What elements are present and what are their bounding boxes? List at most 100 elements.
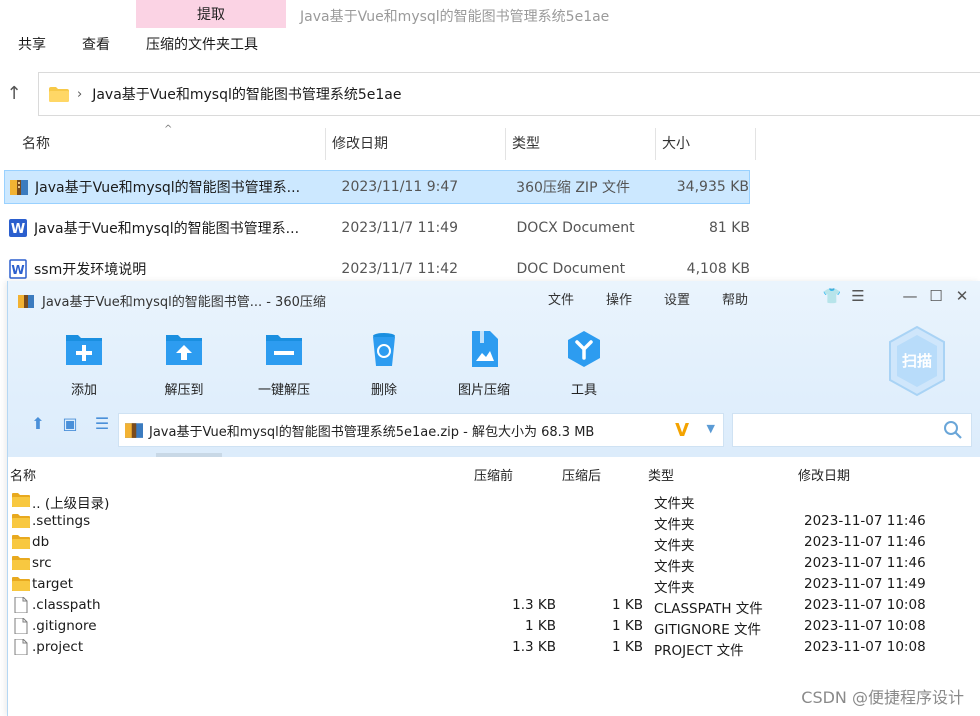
image-compress-icon: [472, 331, 498, 367]
zip-list-row[interactable]: .settings 文件夹 2023-11-07 11:46: [8, 511, 980, 533]
zip-item-name: target: [32, 576, 74, 592]
file-date: 2023/11/11 9:47: [341, 179, 459, 195]
ribbon-tab-share[interactable]: 共享: [0, 32, 64, 58]
delete-label: 删除: [370, 383, 397, 398]
folder-icon: [49, 86, 69, 102]
zip-item-after-size: 1 KB: [612, 597, 643, 613]
image-compress-label: 图片压缩: [457, 383, 510, 398]
column-header-date[interactable]: 修改日期: [326, 128, 506, 160]
address-bar[interactable]: › Java基于Vue和mysql的智能图书管理系统5e1ae: [38, 72, 980, 116]
zip-window-title: Java基于Vue和mysql的智能图书管... - 360压缩: [18, 291, 326, 310]
column-header-name[interactable]: 名称: [10, 465, 36, 484]
svg-text:W: W: [11, 222, 25, 237]
zip-item-after-size: 1 KB: [612, 639, 643, 655]
file-icon: [12, 638, 30, 656]
tools-label: 工具: [570, 383, 597, 398]
folder-icon: [12, 534, 30, 550]
ribbon-tab-compressed-tools[interactable]: 压缩的文件夹工具: [128, 32, 276, 58]
zip-item-name: .classpath: [32, 597, 101, 613]
up-arrow-icon[interactable]: ↑: [3, 82, 25, 106]
zip-item-type: PROJECT 文件: [654, 643, 744, 659]
thumbnail-view-icon[interactable]: ▣: [54, 414, 86, 433]
zip-item-type: 文件夹: [654, 496, 695, 512]
column-header-size[interactable]: 大小: [656, 128, 756, 160]
file-name: ssm开发环境说明: [34, 262, 147, 278]
feedback-icon[interactable]: ☰: [845, 287, 871, 305]
zip-item-date: 2023-11-07 10:08: [804, 618, 926, 634]
menu-settings[interactable]: 设置: [664, 289, 690, 308]
menu-file[interactable]: 文件: [548, 289, 574, 308]
folder-icon: [12, 513, 30, 529]
zip-list-row[interactable]: target 文件夹 2023-11-07 11:49: [8, 574, 980, 596]
maximize-icon[interactable]: ☐: [923, 287, 949, 305]
zip-list-row[interactable]: .classpath 1.3 KB 1 KB CLASSPATH 文件 2023-11-…: [8, 595, 980, 617]
image-compress-button[interactable]: 图片压缩: [434, 329, 534, 398]
zip-title-text: Java基于Vue和mysql的智能图书管... - 360压缩: [42, 295, 326, 310]
menu-help[interactable]: 帮助: [722, 289, 748, 308]
ribbon-tabs: 共享 查看 压缩的文件夹工具: [0, 32, 276, 58]
scan-shield-icon[interactable]: 扫描: [886, 325, 948, 397]
zip-list-row[interactable]: db 文件夹 2023-11-07 11:46: [8, 532, 980, 554]
file-size: 4,108 KB: [686, 261, 750, 277]
zip-item-type: 文件夹: [654, 538, 695, 554]
explorer-column-headers: 名称 修改日期 类型 大小: [0, 128, 760, 160]
zip-list-row[interactable]: .project 1.3 KB 1 KB PROJECT 文件 2023-11-07 1…: [8, 637, 980, 659]
list-view-icon[interactable]: ☰: [86, 414, 118, 433]
zip-item-name: .project: [32, 639, 84, 655]
zip-list-row[interactable]: .. (上级目录) 文件夹: [8, 490, 980, 512]
zip-item-date: 2023-11-07 10:08: [804, 639, 926, 655]
zip-item-name: src: [32, 555, 52, 571]
zip-item-date: 2023-11-07 11:46: [804, 534, 926, 550]
breadcrumb-path[interactable]: Java基于Vue和mysql的智能图书管理系统5e1ae: [92, 84, 401, 104]
column-header-type[interactable]: 类型: [506, 128, 656, 160]
chevron-down-icon[interactable]: ▼: [707, 422, 715, 435]
column-header-date[interactable]: 修改日期: [798, 465, 850, 484]
zip-column-headers: 名称 压缩前 压缩后 类型 修改日期: [8, 461, 980, 485]
file-size: 81 KB: [708, 220, 750, 236]
add-button[interactable]: 添加: [34, 329, 134, 398]
column-header-after[interactable]: 压缩后: [562, 465, 601, 484]
zip-address-bar[interactable]: Java基于Vue和mysql的智能图书管理系统5e1ae.zip - 解包大小…: [118, 413, 724, 447]
zip-item-name: .gitignore: [32, 618, 97, 634]
zip-item-type: 文件夹: [654, 559, 695, 575]
extract-context-tab[interactable]: 提取: [136, 0, 286, 28]
word-docx-icon: W: [9, 219, 27, 237]
minimize-icon[interactable]: —: [897, 287, 923, 305]
column-header-type[interactable]: 类型: [648, 465, 674, 484]
zip-list-row[interactable]: .gitignore 1 KB 1 KB GITIGNORE 文件 2023-11-07…: [8, 616, 980, 638]
zip-item-name: .settings: [32, 513, 91, 529]
explorer-window-title: Java基于Vue和mysql的智能图书管理系统5e1ae: [300, 9, 610, 25]
svg-text:W: W: [11, 263, 24, 277]
up-level-icon[interactable]: ⬆: [22, 414, 54, 433]
menu-operation[interactable]: 操作: [606, 289, 632, 308]
breadcrumb-chevron-icon[interactable]: ›: [77, 87, 82, 102]
ribbon-tab-view[interactable]: 查看: [64, 32, 128, 58]
extract-to-button[interactable]: 解压到: [134, 329, 234, 398]
zip-item-date: 2023-11-07 11:46: [804, 513, 926, 529]
zip-item-before-size: 1.3 KB: [512, 639, 556, 655]
zip-tools: 添加 解压到 一键解压 删除 图片压缩 工具: [34, 329, 634, 398]
file-size: 34,935 KB: [676, 179, 749, 195]
file-row[interactable]: W Java基于Vue和mysql的智能图书管理系... 2023/11/7 1…: [4, 211, 750, 245]
search-icon[interactable]: [943, 420, 963, 440]
tools-button[interactable]: 工具: [534, 329, 634, 398]
column-header-name[interactable]: 名称: [0, 128, 326, 160]
close-icon[interactable]: ✕: [949, 287, 975, 305]
zip-search-input[interactable]: [732, 413, 972, 447]
file-row[interactable]: Java基于Vue和mysql的智能图书管理系... 2023/11/11 9:…: [4, 170, 750, 204]
file-date: 2023/11/7 11:49: [341, 220, 458, 236]
delete-button[interactable]: 删除: [334, 329, 434, 398]
zip-item-date: 2023-11-07 11:46: [804, 555, 926, 571]
horizontal-scroll-thumb[interactable]: [156, 453, 222, 457]
scan-label: 扫描: [902, 352, 932, 370]
skin-shirt-icon[interactable]: 👕: [819, 287, 845, 305]
file-icon: [12, 596, 30, 614]
file-name: Java基于Vue和mysql的智能图书管理系...: [34, 221, 300, 237]
zip-item-after-size: 1 KB: [612, 618, 643, 634]
v-logo-icon[interactable]: V: [675, 420, 689, 441]
column-header-before[interactable]: 压缩前: [474, 465, 513, 484]
add-icon: [66, 335, 102, 365]
zip-list-row[interactable]: src 文件夹 2023-11-07 11:46: [8, 553, 980, 575]
one-click-extract-button[interactable]: 一键解压: [234, 329, 334, 398]
zip-item-name: db: [32, 534, 50, 550]
